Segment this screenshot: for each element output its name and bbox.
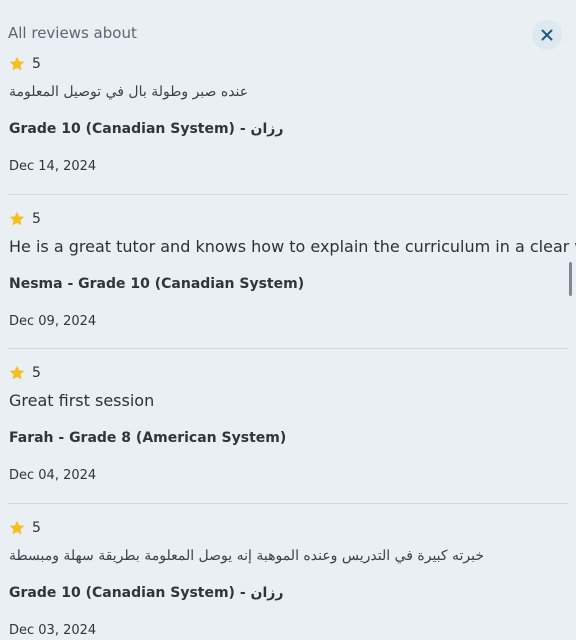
review-date: Dec 14, 2024: [9, 159, 97, 174]
review-author: Grade 10 (Canadian System) - رزان: [9, 121, 284, 137]
review-comment: Great first session: [9, 391, 155, 410]
review-comment: عنده صبر وطولة بال في توصيل المعلومة: [9, 84, 249, 100]
review-comment: He is a great tutor and knows how to exp…: [9, 236, 576, 256]
review-rating: 5: [9, 364, 41, 382]
rating-value: 5: [32, 56, 41, 72]
review-rating: 5: [9, 55, 41, 73]
review-date: Dec 03, 2024: [9, 622, 97, 638]
review-item: 5 He is a great tutor and knows how to e…: [8, 195, 576, 349]
rating-value: 5: [32, 365, 41, 381]
scrollbar-thumb[interactable]: [569, 262, 572, 296]
reviews-panel: All reviews about 5 عنده صبر وطولة بال ف…: [0, 0, 576, 640]
review-comment: خبرته كبيرة في التدريس وعنده الموهبة إنه…: [9, 547, 485, 564]
review-item: 5 Great first session Farah - Grade 8 (A…: [8, 349, 568, 504]
star-icon: [10, 520, 24, 534]
review-author: Nesma - Grade 10 (Canadian System): [9, 275, 305, 292]
review-item: 5 عنده صبر وطولة بال في توصيل المعلومة G…: [8, 40, 568, 195]
rating-value: 5: [32, 210, 41, 227]
review-item: 5 خبرته كبيرة في التدريس وعنده الموهبة إ…: [8, 504, 568, 640]
star-icon: [10, 57, 24, 71]
review-date: Dec 09, 2024: [9, 313, 97, 329]
rating-value: 5: [32, 519, 41, 536]
review-author: Farah - Grade 8 (American System): [9, 430, 287, 446]
review-rating: 5: [9, 210, 41, 228]
review-date: Dec 04, 2024: [9, 468, 97, 483]
star-icon: [10, 211, 24, 225]
review-rating: 5: [9, 519, 41, 537]
star-icon: [10, 366, 24, 380]
reviews-list[interactable]: 5 عنده صبر وطولة بال في توصيل المعلومة G…: [0, 40, 576, 640]
review-author: Grade 10 (Canadian System) - رزان: [9, 584, 284, 601]
